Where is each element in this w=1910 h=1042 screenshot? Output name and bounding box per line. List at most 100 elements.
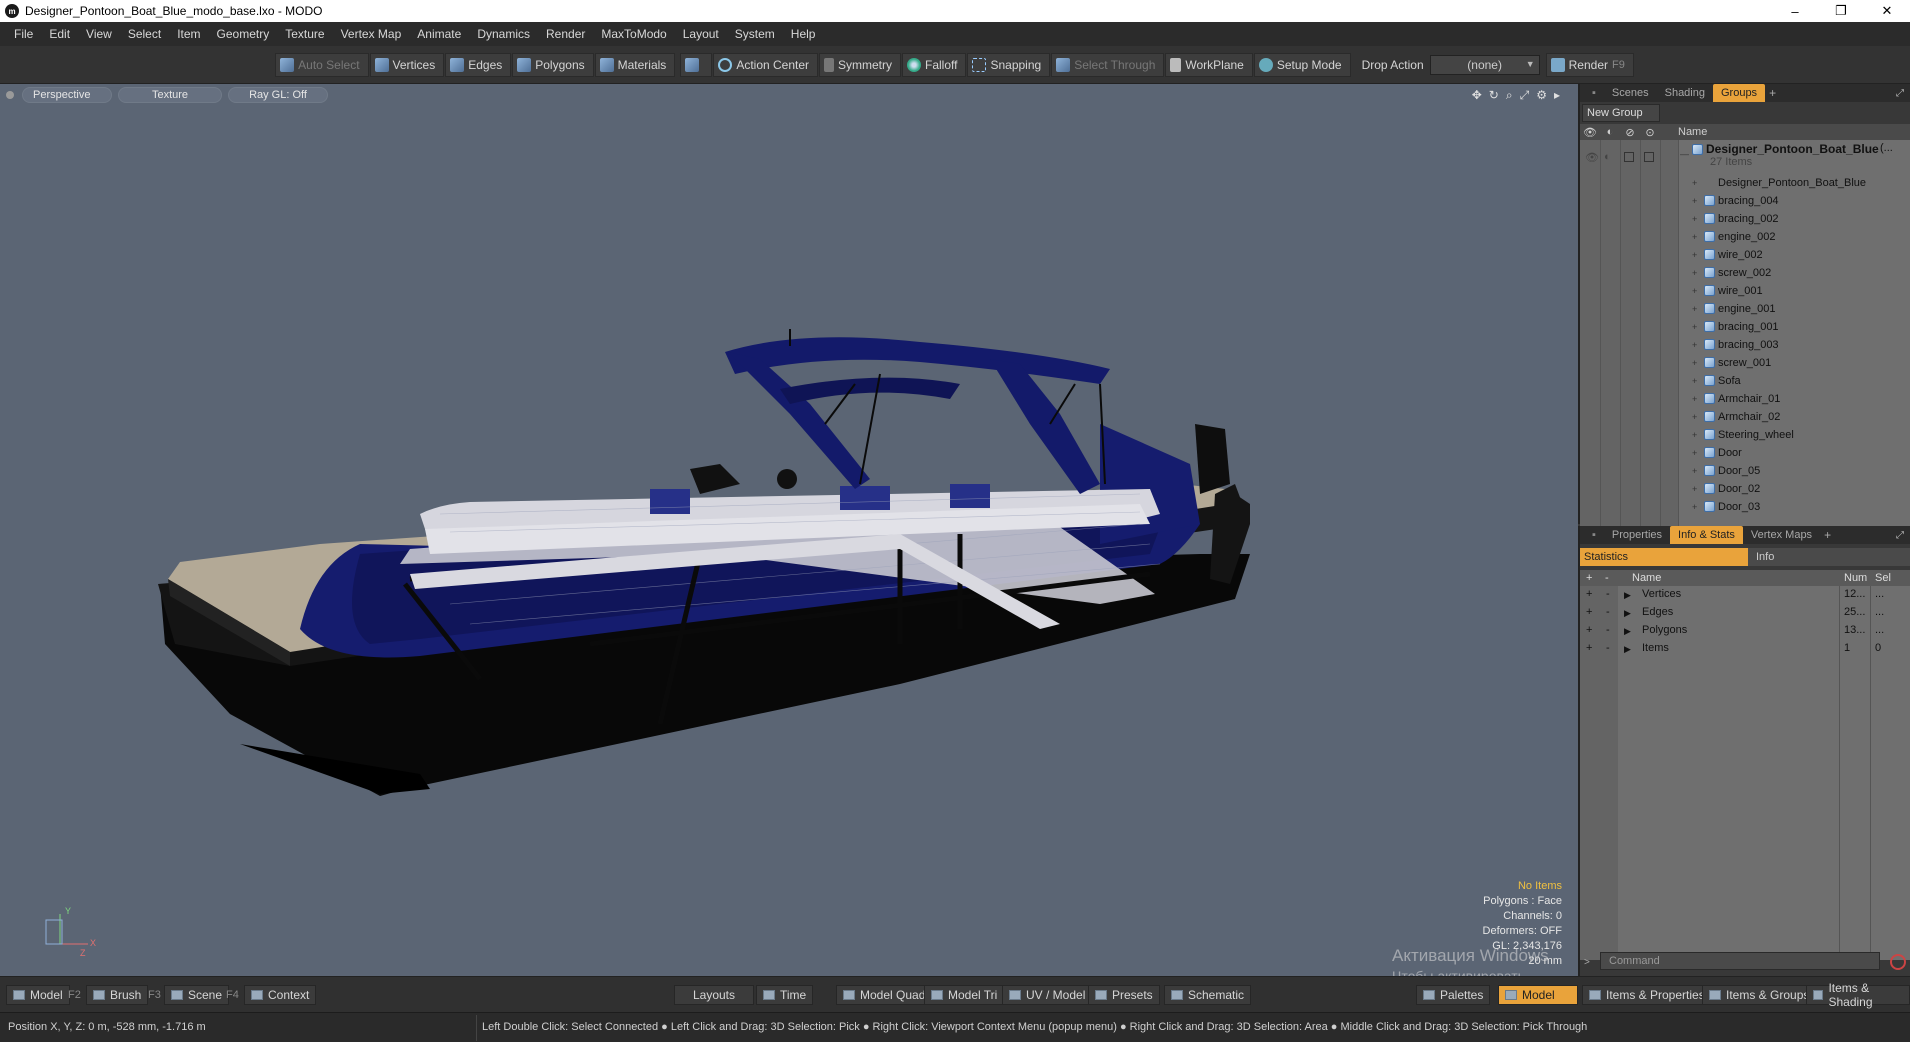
time-layout-button[interactable]: Time	[756, 985, 814, 1005]
collapse-minus-icon[interactable]: -	[1606, 624, 1610, 636]
close-button[interactable]: ✕	[1864, 0, 1910, 22]
list-item[interactable]: + Sofa	[1580, 372, 1910, 390]
3d-viewport[interactable]: Perspective Texture Ray GL: Off ✥ ↻ ⌕ ⤢ …	[0, 84, 1578, 976]
expand-arrow-icon[interactable]: ▶	[1624, 608, 1631, 619]
render-button[interactable]: Render F9	[1545, 52, 1634, 77]
symmetry-button[interactable]: Symmetry	[819, 52, 902, 77]
items-shading-button[interactable]: Items & Shading	[1806, 981, 1910, 1009]
list-item[interactable]: + bracing_002	[1580, 210, 1910, 228]
new-group-button[interactable]: New Group	[1582, 104, 1660, 122]
statistics-tab[interactable]: Statistics	[1580, 548, 1748, 566]
list-item[interactable]: + bracing_004	[1580, 192, 1910, 210]
menu-item[interactable]: Item	[169, 22, 208, 46]
edges-button[interactable]: Edges	[445, 52, 512, 77]
ray-gl-tab[interactable]: Ray GL: Off	[228, 87, 328, 103]
selection-tool-button-1[interactable]	[680, 52, 713, 77]
list-item[interactable]: + Door_05	[1580, 462, 1910, 480]
drop-action-select[interactable]: (none) ▼	[1429, 54, 1540, 75]
menu-layout[interactable]: Layout	[675, 22, 727, 46]
items-groups-button[interactable]: Items & Groups	[1702, 985, 1817, 1005]
minimize-button[interactable]: –	[1772, 0, 1818, 22]
items-properties-button[interactable]: Items & Properties	[1582, 985, 1712, 1005]
list-item[interactable]: + bracing_003	[1580, 336, 1910, 354]
layouts-button[interactable]: Layouts	[674, 985, 754, 1005]
command-history-icon[interactable]: >	[1584, 957, 1590, 968]
menu-select[interactable]: Select	[120, 22, 169, 46]
list-item[interactable]: + Armchair_01	[1580, 390, 1910, 408]
list-item[interactable]: + Armchair_02	[1580, 408, 1910, 426]
model-tri-button[interactable]: Model Tri	[924, 985, 1005, 1005]
settings-icon[interactable]: ⚙	[1536, 88, 1547, 103]
move-icon[interactable]: ✥	[1472, 88, 1482, 103]
expand-plus-icon[interactable]: +	[1586, 624, 1592, 636]
expand-plus-icon[interactable]: +	[1586, 606, 1592, 618]
collapse-minus-icon[interactable]: -	[1606, 642, 1610, 654]
select-checkbox[interactable]	[1644, 152, 1654, 162]
menu-system[interactable]: System	[727, 22, 783, 46]
texture-tab[interactable]: Texture	[118, 87, 222, 103]
expand-panel-icon[interactable]: ⤢	[1896, 88, 1904, 99]
collapse-arrow-icon[interactable]: —	[1680, 149, 1689, 159]
table-row[interactable]: + - ▶ Polygons 13... ...	[1580, 622, 1910, 640]
rotate-icon[interactable]: ↻	[1489, 88, 1499, 103]
group-root-row[interactable]: 👁 ◐ — Designer_Pontoon_Boat_Blue (... 27…	[1580, 142, 1910, 172]
model-layout-button[interactable]: Model	[6, 985, 70, 1005]
expand-arrow-icon[interactable]: ▶	[1624, 644, 1631, 655]
tab-vertex-maps[interactable]: Vertex Maps	[1743, 526, 1820, 544]
tab-scenes[interactable]: Scenes	[1604, 84, 1657, 102]
model-tab-active[interactable]: Model	[1498, 985, 1578, 1005]
maximize-icon[interactable]: ⤢	[1520, 88, 1530, 103]
viewport-options-icon[interactable]	[6, 91, 14, 99]
menu-view[interactable]: View	[78, 22, 120, 46]
list-item[interactable]: + wire_002	[1580, 246, 1910, 264]
visibility-eye-icon[interactable]: 👁	[1585, 151, 1599, 164]
menu-vertex-map[interactable]: Vertex Map	[333, 22, 410, 46]
workplane-button[interactable]: WorkPlane	[1165, 52, 1253, 77]
vertices-button[interactable]: Vertices	[369, 52, 445, 77]
list-item[interactable]: + Door_03	[1580, 498, 1910, 516]
palettes-button[interactable]: Palettes	[1416, 985, 1491, 1005]
table-row[interactable]: + - ▶ Edges 25... ...	[1580, 604, 1910, 622]
perspective-tab[interactable]: Perspective	[22, 87, 112, 103]
add-tab-icon[interactable]: +	[1769, 86, 1776, 100]
lock-checkbox[interactable]	[1624, 152, 1634, 162]
menu-geometry[interactable]: Geometry	[209, 22, 278, 46]
context-layout-button[interactable]: Context	[244, 985, 317, 1005]
materials-button[interactable]: Materials	[594, 52, 676, 77]
restore-button[interactable]: ❐	[1818, 0, 1864, 22]
presets-button[interactable]: Presets	[1088, 985, 1160, 1005]
panel-menu-icon[interactable]: ▪	[1584, 84, 1604, 102]
expand-panel-icon[interactable]: ⤢	[1896, 530, 1904, 541]
zoom-icon[interactable]: ⌕	[1506, 88, 1513, 103]
list-item[interactable]: + wire_001	[1580, 282, 1910, 300]
table-row[interactable]: + - ▶ Items 1 0	[1580, 640, 1910, 658]
command-execute-icon[interactable]	[1890, 954, 1906, 970]
menu-maxtomodo[interactable]: MaxToModo	[593, 22, 674, 46]
collapse-minus-icon[interactable]: -	[1606, 588, 1610, 600]
expand-plus-icon[interactable]: +	[1586, 642, 1592, 654]
tab-properties[interactable]: Properties	[1604, 526, 1670, 544]
action-center-button[interactable]: Action Center	[713, 52, 819, 77]
tab-shading[interactable]: Shading	[1657, 84, 1713, 102]
uv-model-button[interactable]: UV / Model	[1002, 985, 1093, 1005]
tab-groups[interactable]: Groups	[1712, 84, 1766, 102]
menu-dynamics[interactable]: Dynamics	[469, 22, 538, 46]
expand-plus-icon[interactable]: +	[1586, 588, 1592, 600]
groups-tree[interactable]: 👁 ◐ — Designer_Pontoon_Boat_Blue (... 27…	[1580, 140, 1910, 530]
schematic-button[interactable]: Schematic	[1164, 985, 1252, 1005]
list-item[interactable]: + screw_001	[1580, 354, 1910, 372]
play-icon[interactable]: ▸	[1554, 88, 1560, 103]
scene-layout-button[interactable]: Scene	[164, 985, 230, 1005]
collapse-minus-icon[interactable]: -	[1606, 606, 1610, 618]
menu-render[interactable]: Render	[538, 22, 593, 46]
menu-edit[interactable]: Edit	[41, 22, 78, 46]
model-quad-button[interactable]: Model Quad	[836, 985, 933, 1005]
panel-menu-icon[interactable]: ▪	[1584, 526, 1604, 544]
list-item[interactable]: + Designer_Pontoon_Boat_Blue	[1580, 174, 1910, 192]
list-item[interactable]: + screw_002	[1580, 264, 1910, 282]
list-item[interactable]: + Steering_wheel	[1580, 426, 1910, 444]
menu-file[interactable]: File	[6, 22, 41, 46]
expand-arrow-icon[interactable]: ▶	[1624, 626, 1631, 637]
command-input[interactable]: Command	[1600, 952, 1880, 970]
add-tab-icon[interactable]: +	[1824, 528, 1831, 542]
